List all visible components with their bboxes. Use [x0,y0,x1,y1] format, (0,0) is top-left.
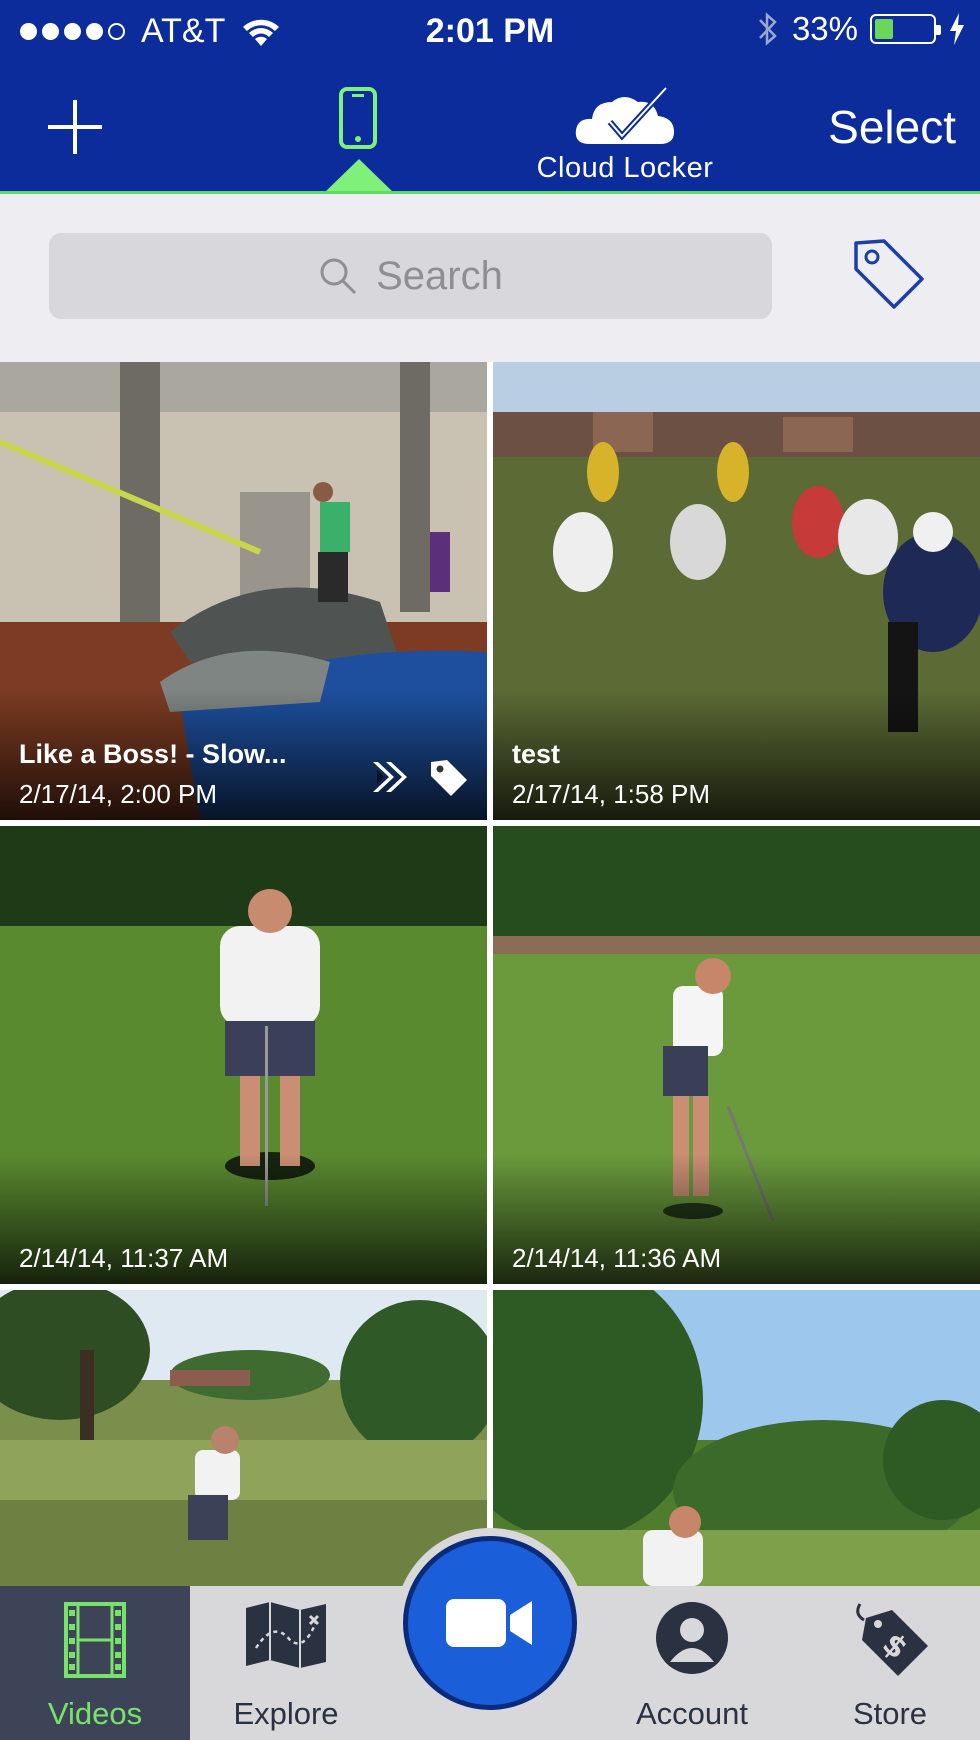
tag-icon [431,760,467,796]
search-icon [320,258,357,295]
battery-percent: 33% [791,10,858,47]
tab-explore-label: Explore [233,1696,339,1731]
tab-videos[interactable]: Videos [0,1586,190,1740]
charging-icon [950,13,964,45]
video-tile[interactable] [493,1290,980,1586]
tab-videos-label: Videos [47,1696,143,1731]
tab-account[interactable]: Account [612,1586,772,1740]
cloud-locker-tab[interactable]: Cloud Locker [520,84,730,194]
cloud-locker-label: Cloud Locker [536,152,714,184]
search-area: Search [0,194,980,362]
video-thumbnail [0,1290,487,1586]
status-bar: AT&T 2:01 PM 33% [0,0,980,64]
video-tile[interactable]: test 2/17/14, 1:58 PM [493,362,980,820]
video-tile[interactable]: Like a Boss! - Slow... 2/17/14, 2:00 PM [0,362,487,820]
plus-icon[interactable] [46,98,104,156]
active-tab-indicator [324,159,394,193]
video-tile[interactable]: 2/14/14, 11:37 AM [0,826,487,1284]
video-camera-icon [446,1599,532,1647]
video-grid: Like a Boss! - Slow... 2/17/14, 2:00 PM [0,362,980,1586]
video-thumbnail [493,1290,980,1586]
video-date: 2/17/14, 1:58 PM [512,779,711,809]
tab-account-label: Account [635,1696,748,1731]
tab-explore[interactable]: Explore [196,1586,376,1740]
tab-store[interactable]: $ Store [800,1586,980,1740]
video-date: 2/17/14, 2:00 PM [19,779,218,809]
select-button[interactable]: Select [828,100,956,154]
video-tile[interactable] [0,1290,487,1586]
search-placeholder: Search [376,253,503,298]
video-date: 2/14/14, 11:36 AM [512,1243,722,1273]
status-right: 33% [756,10,966,48]
video-tile[interactable]: 2/14/14, 11:36 AM [493,826,980,1284]
battery-icon [870,14,941,44]
slow-motion-icon [373,762,407,792]
tab-store-label: Store [852,1696,928,1731]
tag-filter-icon[interactable] [850,235,926,311]
video-date: 2/14/14, 11:37 AM [19,1243,229,1273]
video-title: test [512,739,561,769]
video-badges [369,756,469,798]
bluetooth-icon [759,12,777,46]
account-icon [656,1602,728,1674]
top-bar: AT&T 2:01 PM 33% Cloud Locker Select [0,0,980,194]
map-icon [246,1602,326,1668]
video-title: Like a Boss! - Slow... [19,739,287,769]
price-tag-icon: $ [856,1603,928,1676]
nav-bar: Cloud Locker Select [0,64,980,193]
phone-icon[interactable] [338,86,378,150]
film-strip-icon [64,1602,126,1678]
cloud-check-icon [575,85,674,144]
record-button[interactable] [403,1536,577,1710]
search-input[interactable]: Search [49,233,772,319]
